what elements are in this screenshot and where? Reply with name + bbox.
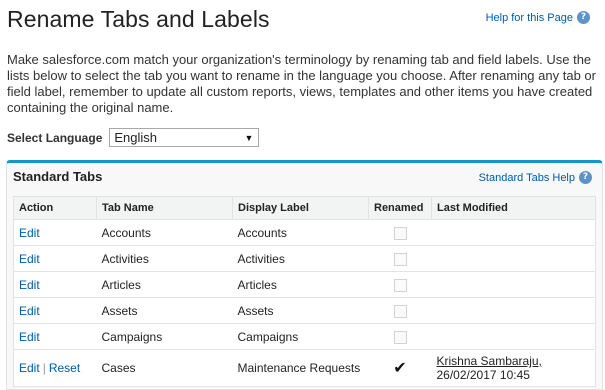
renamed-checkbox	[393, 330, 407, 344]
dropdown-arrow-icon: ▼	[244, 132, 254, 143]
edit-link[interactable]: Edit	[19, 304, 40, 318]
table-row: Edit Assets Assets	[13, 297, 596, 324]
tab-name-cell: Assets	[96, 297, 233, 324]
renamed-checkbox	[393, 226, 407, 240]
intro-text: Make salesforce.com match your organizat…	[7, 52, 596, 115]
table-row: Edit Campaigns Campaigns	[13, 323, 596, 350]
edit-link[interactable]: Edit	[19, 252, 40, 266]
last-modified-cell	[431, 271, 596, 298]
language-selected-value: English	[114, 130, 158, 145]
renamed-checkbox	[393, 304, 407, 318]
table-row: Edit Accounts Accounts	[13, 219, 596, 246]
modified-date: 26/02/2017 10:45	[436, 368, 530, 382]
language-row: Select Language English ▼	[7, 128, 260, 147]
renamed-checkbox	[393, 252, 407, 266]
tab-name-cell: Articles	[96, 271, 233, 298]
reset-link[interactable]: Reset	[49, 361, 80, 375]
edit-link[interactable]: Edit	[19, 330, 40, 344]
standard-tabs-help-label[interactable]: Standard Tabs Help	[479, 172, 575, 184]
display-label-cell: Activities	[232, 245, 369, 272]
header-tab-name: Tab Name	[96, 196, 233, 220]
page-title: Rename Tabs and Labels	[7, 6, 270, 32]
header-action: Action	[13, 196, 97, 220]
edit-link[interactable]: Edit	[19, 226, 40, 240]
help-icon[interactable]: ?	[577, 11, 590, 24]
table-header-row: Action Tab Name Display Label Renamed La…	[13, 196, 596, 220]
renamed-checkbox	[393, 278, 407, 292]
display-label-cell: Assets	[232, 297, 369, 324]
tab-name-cell: Accounts	[96, 219, 233, 246]
standard-tabs-table: Action Tab Name Display Label Renamed La…	[13, 196, 596, 387]
last-modified-cell	[431, 297, 596, 324]
standard-tabs-panel: Standard Tabs Standard Tabs Help ? Actio…	[6, 160, 603, 390]
language-select[interactable]: English ▼	[109, 128, 260, 147]
tab-name-cell: Campaigns	[96, 323, 233, 350]
tab-name-cell: Activities	[96, 245, 233, 272]
help-icon[interactable]: ?	[579, 171, 592, 184]
display-label-cell: Articles	[232, 271, 369, 298]
checkmark-icon: ✔	[393, 358, 407, 377]
header-last-modified: Last Modified	[431, 196, 596, 220]
panel-title: Standard Tabs	[13, 169, 103, 184]
display-label-cell: Accounts	[232, 219, 369, 246]
page-help-label[interactable]: Help for this Page	[486, 12, 573, 24]
last-modified-cell	[431, 219, 596, 246]
link-separator: |	[42, 361, 46, 375]
page-help-link[interactable]: Help for this Page ?	[486, 11, 590, 24]
header-renamed: Renamed	[368, 196, 432, 220]
table-row: Edit Activities Activities	[13, 245, 596, 272]
header-display-label: Display Label	[232, 196, 369, 220]
display-label-cell: Campaigns	[232, 323, 369, 350]
edit-link[interactable]: Edit	[19, 361, 40, 375]
modified-by-link[interactable]: Krishna Sambaraju,	[437, 354, 591, 368]
last-modified-cell	[431, 323, 596, 350]
language-label: Select Language	[7, 130, 103, 145]
last-modified-cell	[431, 245, 596, 272]
edit-link[interactable]: Edit	[19, 278, 40, 292]
standard-tabs-help-link[interactable]: Standard Tabs Help ?	[479, 171, 592, 184]
table-row: Edit Articles Articles	[13, 271, 596, 298]
